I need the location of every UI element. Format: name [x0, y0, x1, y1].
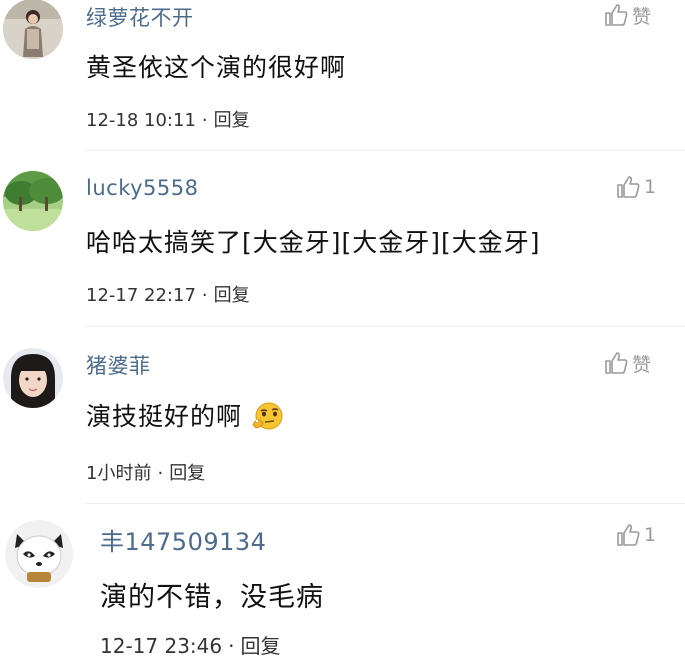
comment-username[interactable]: 猪婆菲 — [86, 350, 151, 380]
thumbs-up-icon — [605, 352, 628, 374]
user-avatar[interactable] — [3, 171, 63, 231]
reply-button[interactable]: 回复 — [214, 110, 250, 131]
separator-dot: · — [157, 463, 164, 484]
comment-time: 12-17 23:46 — [100, 634, 223, 658]
like-button[interactable]: 1 — [615, 522, 656, 548]
like-count: 1 — [644, 176, 657, 198]
like-label: 赞 — [632, 353, 652, 376]
reply-button[interactable]: 回复 — [169, 463, 205, 484]
comment-meta: 12-17 23:46 · 回复 — [100, 630, 280, 659]
comment-meta: 12-17 22:17 · 回复 — [86, 281, 250, 307]
reply-button[interactable]: 回复 — [240, 634, 280, 658]
like-label: 赞 — [632, 5, 652, 28]
thumbs-up-icon — [617, 524, 640, 546]
divider — [86, 503, 685, 504]
separator-dot: · — [201, 110, 208, 131]
user-avatar[interactable] — [3, 0, 63, 59]
woman-portrait-avatar-icon — [3, 0, 63, 59]
comment-meta: 12-18 10:11 · 回复 — [86, 106, 250, 132]
separator-dot: · — [201, 285, 208, 306]
comment-time: 12-18 10:11 — [86, 110, 196, 131]
girl-portrait-avatar-icon — [3, 348, 63, 408]
thumbs-up-icon — [617, 176, 640, 198]
separator-dot: · — [228, 634, 235, 658]
like-count: 1 — [644, 524, 657, 546]
comment-time: 1小时前 — [86, 463, 152, 484]
green-trees-avatar-icon — [3, 171, 63, 231]
comment-username[interactable]: lucky5558 — [86, 176, 198, 200]
comment-username[interactable]: 丰147509134 — [100, 522, 266, 557]
comment-username[interactable]: 绿萝花不开 — [86, 2, 194, 32]
comment-time: 12-17 22:17 — [86, 285, 196, 306]
divider — [86, 326, 685, 327]
thinking-face-emoji-icon — [252, 402, 283, 430]
like-button[interactable]: 赞 — [603, 350, 651, 376]
comment-text: 演技挺好的啊 — [86, 402, 243, 431]
comment-text: 黄圣依这个演的很好啊 — [86, 53, 347, 82]
comment-text: 哈哈太搞笑了[大金牙][大金牙][大金牙] — [86, 228, 541, 257]
comment-meta: 1小时前 · 回复 — [86, 459, 205, 485]
user-avatar[interactable] — [5, 520, 73, 588]
reply-button[interactable]: 回复 — [214, 285, 250, 306]
comment-text: 演的不错，没毛病 — [100, 582, 324, 613]
thumbs-up-icon — [605, 4, 628, 26]
like-button[interactable]: 赞 — [603, 2, 651, 28]
divider — [86, 150, 685, 151]
like-button[interactable]: 1 — [615, 174, 656, 200]
comment-text-row: 演技挺好的啊 — [86, 397, 285, 433]
panda-cartoon-avatar-icon — [5, 520, 73, 588]
user-avatar[interactable] — [3, 348, 63, 408]
